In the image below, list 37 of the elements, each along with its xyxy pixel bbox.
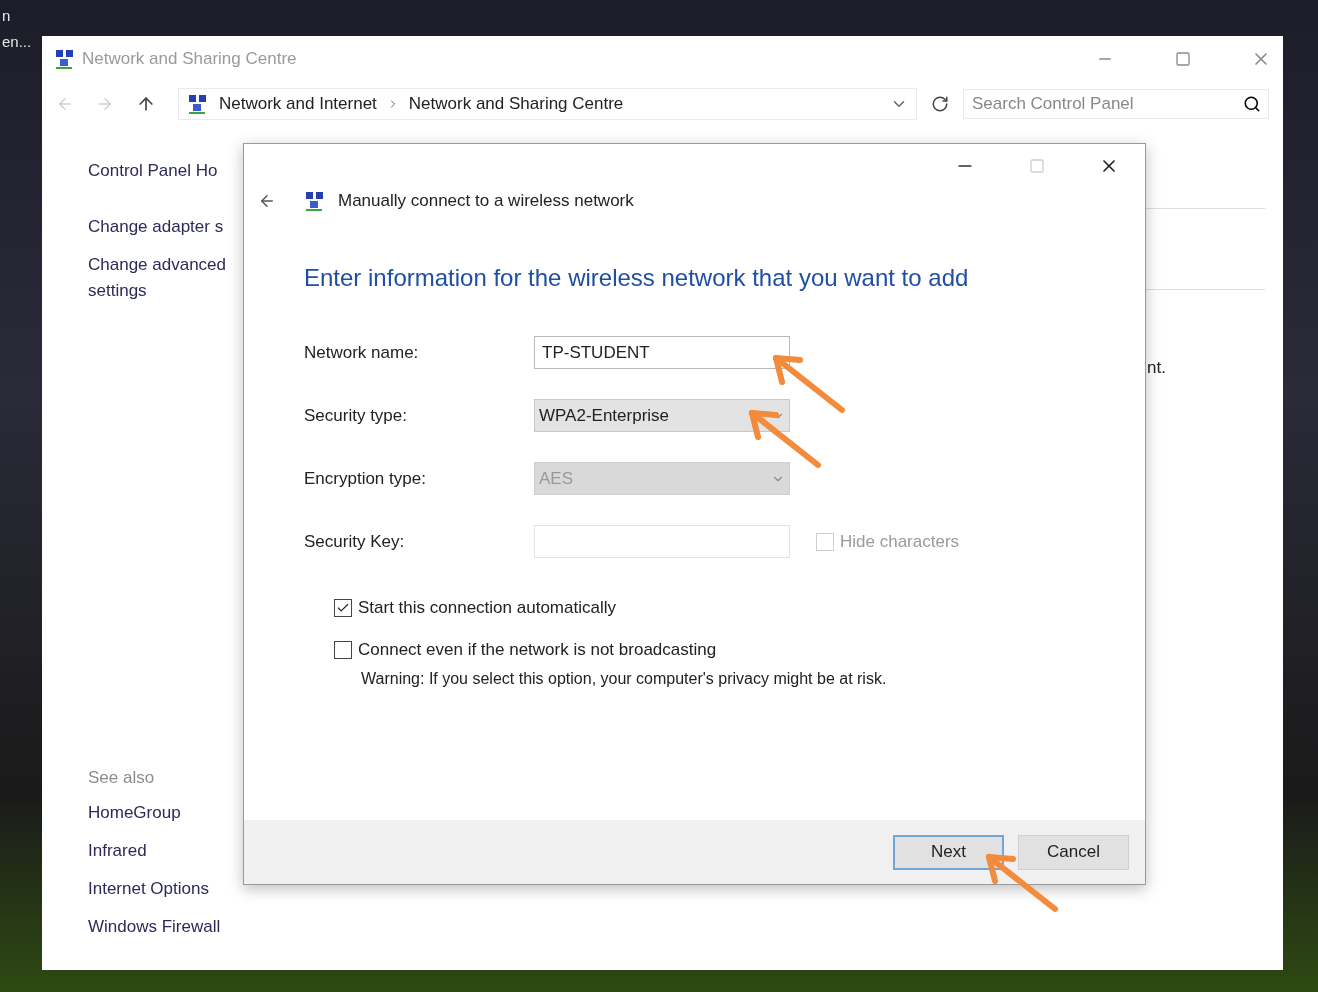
sidebar-link[interactable]: Internet Options xyxy=(88,876,243,902)
checkbox-option[interactable]: Start this connection automatically xyxy=(334,598,1145,618)
breadcrumb[interactable]: Network and Sharing Centre xyxy=(408,94,624,114)
breadcrumb[interactable]: Network and Internet xyxy=(219,94,377,114)
field-label: Security type: xyxy=(304,405,408,426)
sidebar-link[interactable]: Change adapter s xyxy=(88,214,243,240)
network-icon xyxy=(304,190,326,212)
checkmark-icon xyxy=(336,601,350,615)
sidebar-link[interactable]: Infrared xyxy=(88,838,243,864)
search-field[interactable]: Search Control Panel xyxy=(963,89,1269,119)
sidebar-link[interactable]: Change advanced settings xyxy=(88,252,243,304)
dropdown-field[interactable]: WPA2-Enterprise xyxy=(534,399,790,432)
address-bar[interactable]: Network and Internet Network and Sharing Centre xyxy=(178,88,917,120)
sidebar-link[interactable]: HomeGroup xyxy=(88,800,243,826)
dialog-heading: Enter information for the wireless network that you want to add xyxy=(304,264,970,292)
body-text: nt. xyxy=(1147,358,1166,378)
search-icon xyxy=(1243,95,1261,113)
sidebar-link[interactable]: Windows Firewall xyxy=(88,914,243,940)
maximize-icon xyxy=(1027,156,1047,176)
desktop-icon-label[interactable]: en... xyxy=(2,32,32,52)
field-label: Network name: xyxy=(304,342,420,363)
dialog-button[interactable]: Cancel xyxy=(1018,834,1129,870)
desktop-icon-label[interactable]: n xyxy=(2,6,32,26)
warning-text: Warning: If you select this option, your computer's privacy might be at risk. xyxy=(361,670,888,688)
input-field[interactable]: TP-STUDENT xyxy=(534,336,790,369)
section-heading: See also xyxy=(88,768,156,788)
dialog-title: Manually connect to a wireless network xyxy=(338,191,634,211)
window-title: Network and Sharing Centre xyxy=(82,49,298,69)
back-icon[interactable] xyxy=(258,192,276,210)
checkbox-option[interactable]: Connect even if the network is not broadcasting xyxy=(334,640,1145,660)
network-icon xyxy=(54,48,76,70)
sidebar-link[interactable]: Control Panel Ho xyxy=(88,158,243,184)
network-icon xyxy=(187,93,209,115)
field-label: Security Key: xyxy=(304,531,406,552)
field-label: Encryption type: xyxy=(304,468,427,489)
dialog-button[interactable]: Next xyxy=(893,834,1004,870)
refresh-icon[interactable] xyxy=(931,95,949,113)
